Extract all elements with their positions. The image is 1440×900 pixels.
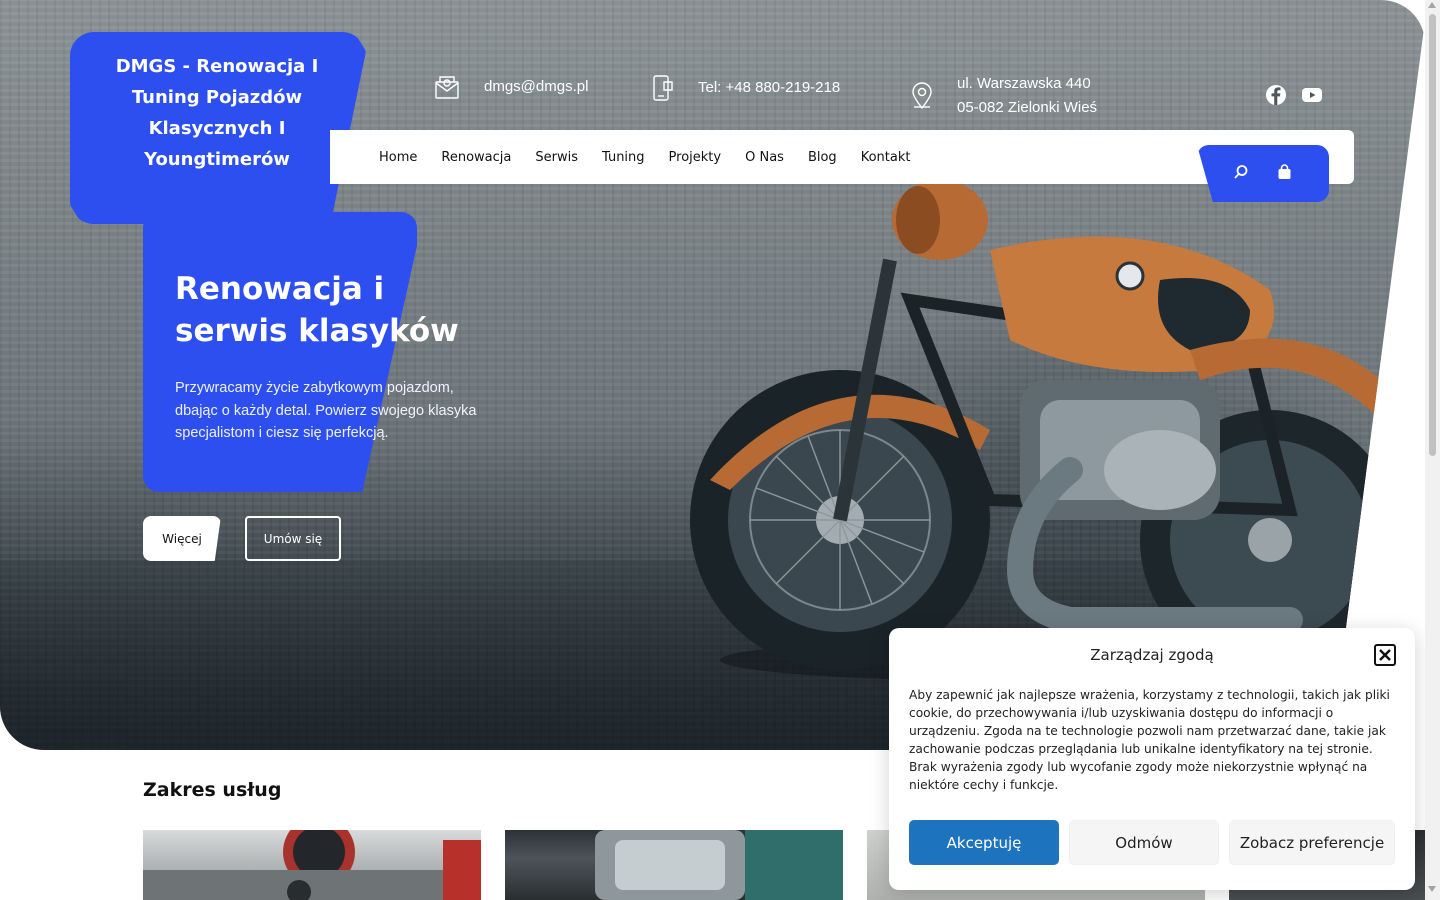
deny-button[interactable]: Odmów: [1069, 820, 1219, 865]
service-tile-1-image: [143, 830, 481, 900]
cookie-consent-dialog: Zarządzaj zgodą Aby zapewnić jak najleps…: [889, 628, 1415, 890]
email-text: dmgs@dmgs.pl: [484, 78, 589, 95]
search-icon[interactable]: [1233, 164, 1249, 184]
nav-item-renowacja[interactable]: Renowacja: [441, 150, 511, 165]
preferences-button[interactable]: Zobacz preferencje: [1229, 820, 1395, 865]
phone-icon: [652, 74, 674, 102]
nav-item-tuning[interactable]: Tuning: [602, 150, 645, 165]
phone-text: Tel: +48 880-219-218: [698, 79, 841, 96]
close-icon[interactable]: [1374, 644, 1396, 666]
service-tile-1[interactable]: [143, 830, 481, 900]
social-links: [1265, 84, 1323, 110]
location-pin-icon: [911, 82, 933, 110]
page-scrollbar[interactable]: [1425, 0, 1440, 900]
accept-button[interactable]: Akceptuję: [909, 820, 1059, 865]
cookie-text: Aby zapewnić jak najlepsze wrażenia, kor…: [909, 688, 1390, 792]
facebook-icon[interactable]: [1265, 84, 1287, 110]
service-tile-2[interactable]: [505, 830, 843, 900]
motorcycle-image: [690, 180, 1410, 682]
address-line-2: 05-082 Zielonki Wieś: [957, 99, 1098, 116]
hero-description-line-3: specjalistom i ciesz się perfekcją.: [175, 425, 389, 441]
youtube-icon[interactable]: [1301, 84, 1323, 110]
cookie-title: Zarządzaj zgodą: [1090, 646, 1214, 664]
nav-item-o-nas[interactable]: O Nas: [745, 150, 784, 165]
shopping-bag-icon[interactable]: [1277, 163, 1292, 184]
more-button[interactable]: Więcej: [143, 516, 221, 561]
hero-description-line-1: Przywracamy życie zabytkowym pojazdom,: [175, 380, 454, 396]
logo-text: DMGS - Renowacja I Tuning Pojazdów Klasy…: [115, 56, 319, 170]
contact-email[interactable]: dmgs@dmgs.pl: [434, 74, 588, 100]
contact-address[interactable]: ul. Warszawska 440 05-082 Zielonki Wieś: [911, 72, 1097, 120]
hero-title: Renowacja i serwis klasyków: [175, 271, 459, 349]
book-appointment-button[interactable]: Umów się: [245, 516, 341, 561]
nav-item-blog[interactable]: Blog: [808, 150, 837, 165]
nav-item-home[interactable]: Home: [379, 150, 417, 165]
scroll-down-arrow[interactable]: [1428, 886, 1436, 892]
scroll-up-arrow[interactable]: [1428, 2, 1436, 8]
nav-item-serwis[interactable]: Serwis: [535, 150, 578, 165]
email-icon: [434, 74, 460, 100]
contact-phone[interactable]: Tel: +48 880-219-218: [652, 74, 840, 102]
service-tile-2-image: [595, 830, 843, 900]
scroll-thumb[interactable]: [1429, 14, 1436, 456]
site-logo[interactable]: DMGS - Renowacja I Tuning Pojazdów Klasy…: [70, 32, 366, 224]
hero-description-line-2: dbając o każdy detal. Powierz swojego kl…: [175, 402, 477, 419]
hero-description: Przywracamy życie zabytkowym pojazdom, d…: [175, 377, 481, 445]
nav-item-projekty[interactable]: Projekty: [669, 150, 722, 165]
address-line-1: ul. Warszawska 440: [957, 75, 1091, 92]
nav-item-kontakt[interactable]: Kontakt: [861, 150, 911, 165]
nav-actions: [1197, 145, 1329, 202]
services-section-title: Zakres usług: [143, 779, 282, 801]
